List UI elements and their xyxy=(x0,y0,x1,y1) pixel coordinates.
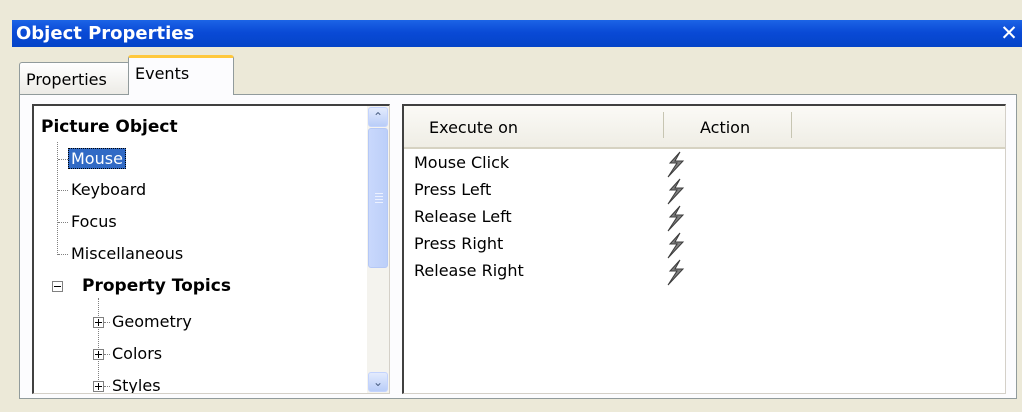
chevron-down-icon: ⌄ xyxy=(372,375,384,389)
grip-line xyxy=(375,199,383,200)
grid-row-execute-on[interactable]: Release Right xyxy=(414,261,524,281)
tree-item-mouse[interactable]: Mouse xyxy=(68,148,126,170)
grip-line xyxy=(375,202,383,203)
event-tree[interactable]: Picture Object Mouse Keyboard Focus Misc… xyxy=(32,104,390,394)
column-divider[interactable] xyxy=(663,112,664,138)
grid-row-execute-on[interactable]: Press Right xyxy=(414,234,503,254)
tree-connector xyxy=(58,254,68,255)
scroll-down-button[interactable]: ⌄ xyxy=(368,372,388,392)
tree-scrollbar[interactable]: ⌃ ⌄ xyxy=(367,106,389,393)
tree-item-geometry[interactable]: Geometry xyxy=(112,311,192,333)
lightning-bolt-icon[interactable] xyxy=(662,232,688,259)
scroll-up-button[interactable]: ⌃ xyxy=(368,107,388,127)
title-bar: Object Properties ✕ xyxy=(12,20,1022,47)
tree-item-focus[interactable]: Focus xyxy=(71,211,117,233)
column-header-execute-on[interactable]: Execute on xyxy=(429,106,518,146)
close-icon[interactable]: ✕ xyxy=(999,21,1019,45)
tree-item-styles[interactable]: Styles xyxy=(112,375,161,393)
tree-item-label: Mouse xyxy=(68,148,126,169)
tree-item-miscellaneous[interactable]: Miscellaneous xyxy=(71,243,183,265)
tree-item-property-topics[interactable]: Property Topics xyxy=(82,275,231,297)
lightning-bolt-icon[interactable] xyxy=(662,178,688,205)
grid-header: Execute on Action xyxy=(404,106,1005,149)
grip-line xyxy=(375,196,383,197)
column-divider[interactable] xyxy=(791,112,792,138)
tab-properties[interactable]: Properties xyxy=(19,62,130,94)
tab-events[interactable]: Events xyxy=(128,55,234,95)
expand-icon[interactable] xyxy=(93,381,104,392)
column-header-action[interactable]: Action xyxy=(700,106,750,146)
chevron-up-icon: ⌃ xyxy=(372,110,384,124)
tree-connector xyxy=(104,354,110,355)
grid-row-execute-on[interactable]: Press Left xyxy=(414,180,491,200)
tree-connector xyxy=(98,298,99,393)
tree-item-keyboard[interactable]: Keyboard xyxy=(71,179,146,201)
tree-connector xyxy=(104,386,110,387)
tree-connector xyxy=(104,322,110,323)
scroll-thumb[interactable] xyxy=(368,128,388,268)
tree-connector xyxy=(58,222,68,223)
expand-icon[interactable] xyxy=(93,317,104,328)
events-grid[interactable]: Execute on Action Mouse Click Press Left… xyxy=(402,104,1006,394)
lightning-bolt-icon[interactable] xyxy=(662,259,688,286)
tree-connector xyxy=(58,190,68,191)
lightning-bolt-icon[interactable] xyxy=(662,205,688,232)
lightning-bolt-icon[interactable] xyxy=(662,151,688,178)
tree-connector xyxy=(58,159,68,160)
expand-icon[interactable] xyxy=(93,349,104,360)
window-title: Object Properties xyxy=(16,23,195,44)
grip-line xyxy=(375,193,383,194)
grid-row-execute-on[interactable]: Mouse Click xyxy=(414,153,509,173)
tree-root-picture-object[interactable]: Picture Object xyxy=(41,116,178,138)
grid-row-execute-on[interactable]: Release Left xyxy=(414,207,512,227)
collapse-icon[interactable] xyxy=(52,281,63,292)
tab-strip: Properties Events xyxy=(12,50,1022,96)
tree-item-colors[interactable]: Colors xyxy=(112,343,162,365)
